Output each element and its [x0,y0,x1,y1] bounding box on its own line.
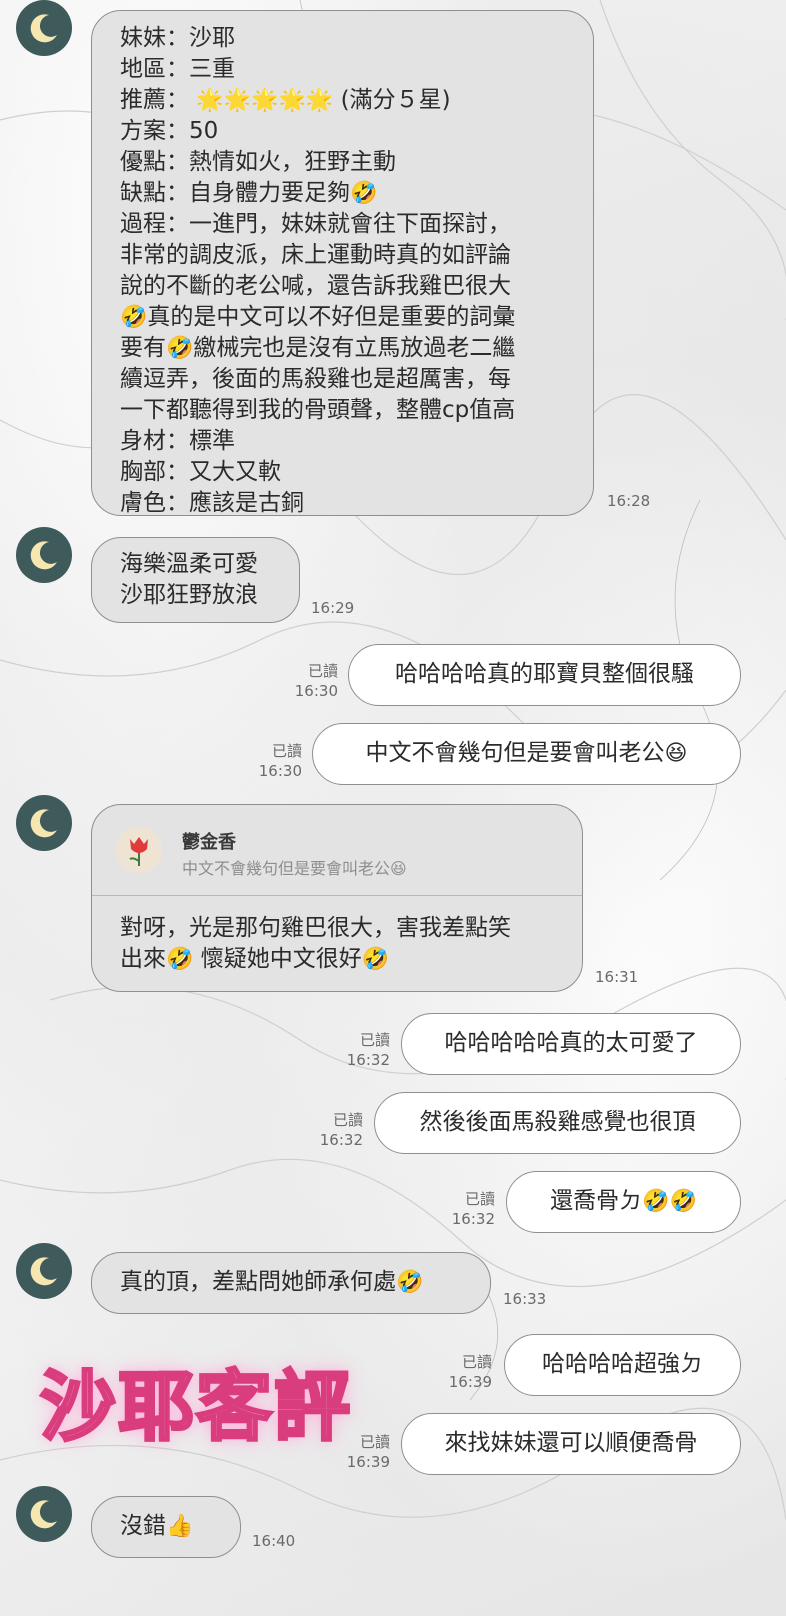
review-line: 身材：標準 [120,428,235,454]
contact-avatar[interactable] [16,527,72,583]
watermark-title: 沙耶客評 [39,1361,352,1453]
rofl-emoji: 🤣 [166,947,194,972]
message-line: 沙耶狂野放浪 [120,582,258,608]
outgoing-message: 還喬骨ㄉ🤣🤣 [506,1171,741,1233]
incoming-reply-message: 鬱金香 中文不會幾句但是要會叫老公😆 對呀，光是那句雞巴很大，害我差點笑 出來🤣… [91,804,583,992]
review-line: 要有🤣繳械完也是沒有立馬放過老二繼 [120,335,516,361]
tulip-avatar [116,827,162,873]
read-receipt: 已讀 16:32 [319,1111,363,1149]
read-receipt: 已讀 16:39 [448,1353,492,1391]
message-line: 海樂溫柔可愛 [120,551,258,577]
review-line: 地區：三重 [120,56,235,82]
reply-body: 對呀，光是那句雞巴很大，害我差點笑 出來🤣 懷疑她中文很好🤣 [120,913,511,975]
message-line: 出來🤣 懷疑她中文很好🤣 [120,946,390,972]
review-line: 續逗弄，後面的馬殺雞也是超厲害，每 [120,366,511,392]
rofl-emoji: 🤣 [120,305,148,330]
review-line: 一下都聽得到我的骨頭聲，整體cp值高 [120,397,516,423]
outgoing-message: 哈哈哈哈真的耶寶貝整個很騷 [348,644,741,706]
outgoing-message: 然後後面馬殺雞感覺也很頂 [374,1092,741,1154]
rofl-emoji: 🤣 [350,181,378,206]
read-receipt: 已讀 16:30 [294,662,338,700]
incoming-message: 真的頂，差點問她師承何處🤣 [91,1252,491,1314]
review-line: 方案：50 [120,118,219,144]
contact-avatar[interactable] [16,0,72,56]
rofl-emoji: 🤣 [361,947,390,972]
incoming-message-review: 妹妹：沙耶 地區：三重 推薦： 🌟🌟🌟🌟🌟 (滿分５星) 方案：50 優點：熱情… [91,10,594,516]
message-timestamp: 16:28 [607,492,651,510]
rofl-emoji: 🤣 [166,336,194,361]
quoted-message-text: 中文不會幾句但是要會叫老公😆 [182,859,407,878]
outgoing-message: 哈哈哈哈超強ㄉ [504,1334,741,1396]
review-line: 膚色：應該是古銅 [120,490,304,516]
review-line: 過程：一進門，妹妹就會往下面探討， [120,211,511,237]
review-line: 說的不斷的老公喊，還告訴我雞巴很大 [120,273,511,299]
rofl-emoji: 🤣 [396,1270,424,1295]
grinning-squint-emoji: 😆 [390,859,407,878]
crescent-moon-icon [30,14,57,43]
thumbs-up-emoji: 👍 [166,1514,194,1539]
review-line: 優點：熱情如火，狂野主動 [120,149,396,175]
message-timestamp: 16:29 [311,599,355,617]
grinning-squint-emoji: 😆 [664,741,688,766]
contact-avatar[interactable] [16,1243,72,1299]
crescent-moon-icon [30,1500,57,1529]
review-line: 胸部：又大又軟 [120,459,281,485]
message-timestamp: 16:31 [595,968,639,986]
review-line: 🤣真的是中文可以不好但是重要的詞彙 [120,304,516,330]
outgoing-message: 哈哈哈哈哈真的太可愛了 [401,1013,741,1075]
crescent-moon-icon [30,809,57,838]
crescent-moon-icon [30,541,57,570]
incoming-message: 沒錯👍 [91,1496,241,1558]
message-timestamp: 16:33 [503,1290,547,1308]
quoted-reply[interactable]: 鬱金香 中文不會幾句但是要會叫老公😆 [92,805,582,896]
crescent-moon-icon [30,1257,57,1286]
contact-avatar[interactable] [16,795,72,851]
review-line: 缺點：自身體力要足夠🤣 [120,180,378,206]
star-rating: 🌟🌟🌟🌟🌟 [196,88,334,113]
read-receipt: 已讀 16:32 [346,1031,390,1069]
review-line: 妹妹：沙耶 [120,25,235,51]
incoming-message: 海樂溫柔可愛 沙耶狂野放浪 [91,537,300,623]
tulip-icon [129,837,148,866]
review-line: 非常的調皮派，床上運動時真的如評論 [120,242,511,268]
review-rating-line: 推薦： 🌟🌟🌟🌟🌟 (滿分５星) [120,87,451,113]
read-receipt: 已讀 16:32 [451,1190,495,1228]
message-timestamp: 16:40 [252,1532,296,1550]
message-line: 對呀，光是那句雞巴很大，害我差點笑 [120,915,511,941]
outgoing-message: 來找妹妹還可以順便喬骨 [401,1413,741,1475]
outgoing-message: 中文不會幾句但是要會叫老公😆 [312,723,741,785]
read-receipt: 已讀 16:30 [258,742,302,780]
contact-avatar[interactable] [16,1486,72,1542]
rofl-emoji: 🤣🤣 [642,1189,697,1214]
